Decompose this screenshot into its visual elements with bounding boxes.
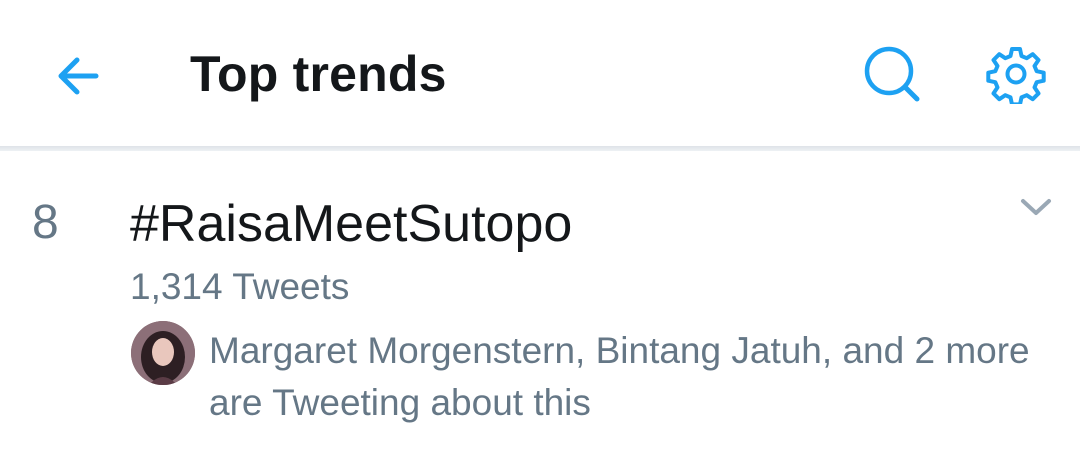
trend-item[interactable]: 8 #RaisaMeetSutopo 1,314 Tweets Margaret…	[0, 151, 1080, 460]
chevron-down-icon	[1021, 199, 1051, 215]
avatar	[131, 321, 195, 385]
page-title: Top trends	[190, 46, 447, 102]
trend-name[interactable]: #RaisaMeetSutopo	[130, 193, 572, 255]
trend-tweet-count: 1,314 Tweets	[130, 266, 350, 307]
search-button[interactable]	[856, 38, 928, 110]
trend-menu-button[interactable]	[1010, 185, 1062, 229]
gear-icon	[986, 47, 1046, 104]
header: Top trends	[0, 0, 1080, 146]
settings-button[interactable]	[978, 38, 1054, 110]
top-trends-screen: Top trends 8 #RaisaMeetSutopo 1,314 Twee…	[0, 0, 1080, 460]
back-button[interactable]	[44, 44, 116, 108]
search-icon	[864, 46, 920, 102]
trend-context: Margaret Morgenstern, Bintang Jatuh, and…	[209, 330, 1030, 423]
trend-rank: 8	[32, 196, 59, 249]
back-arrow-icon	[58, 57, 99, 95]
